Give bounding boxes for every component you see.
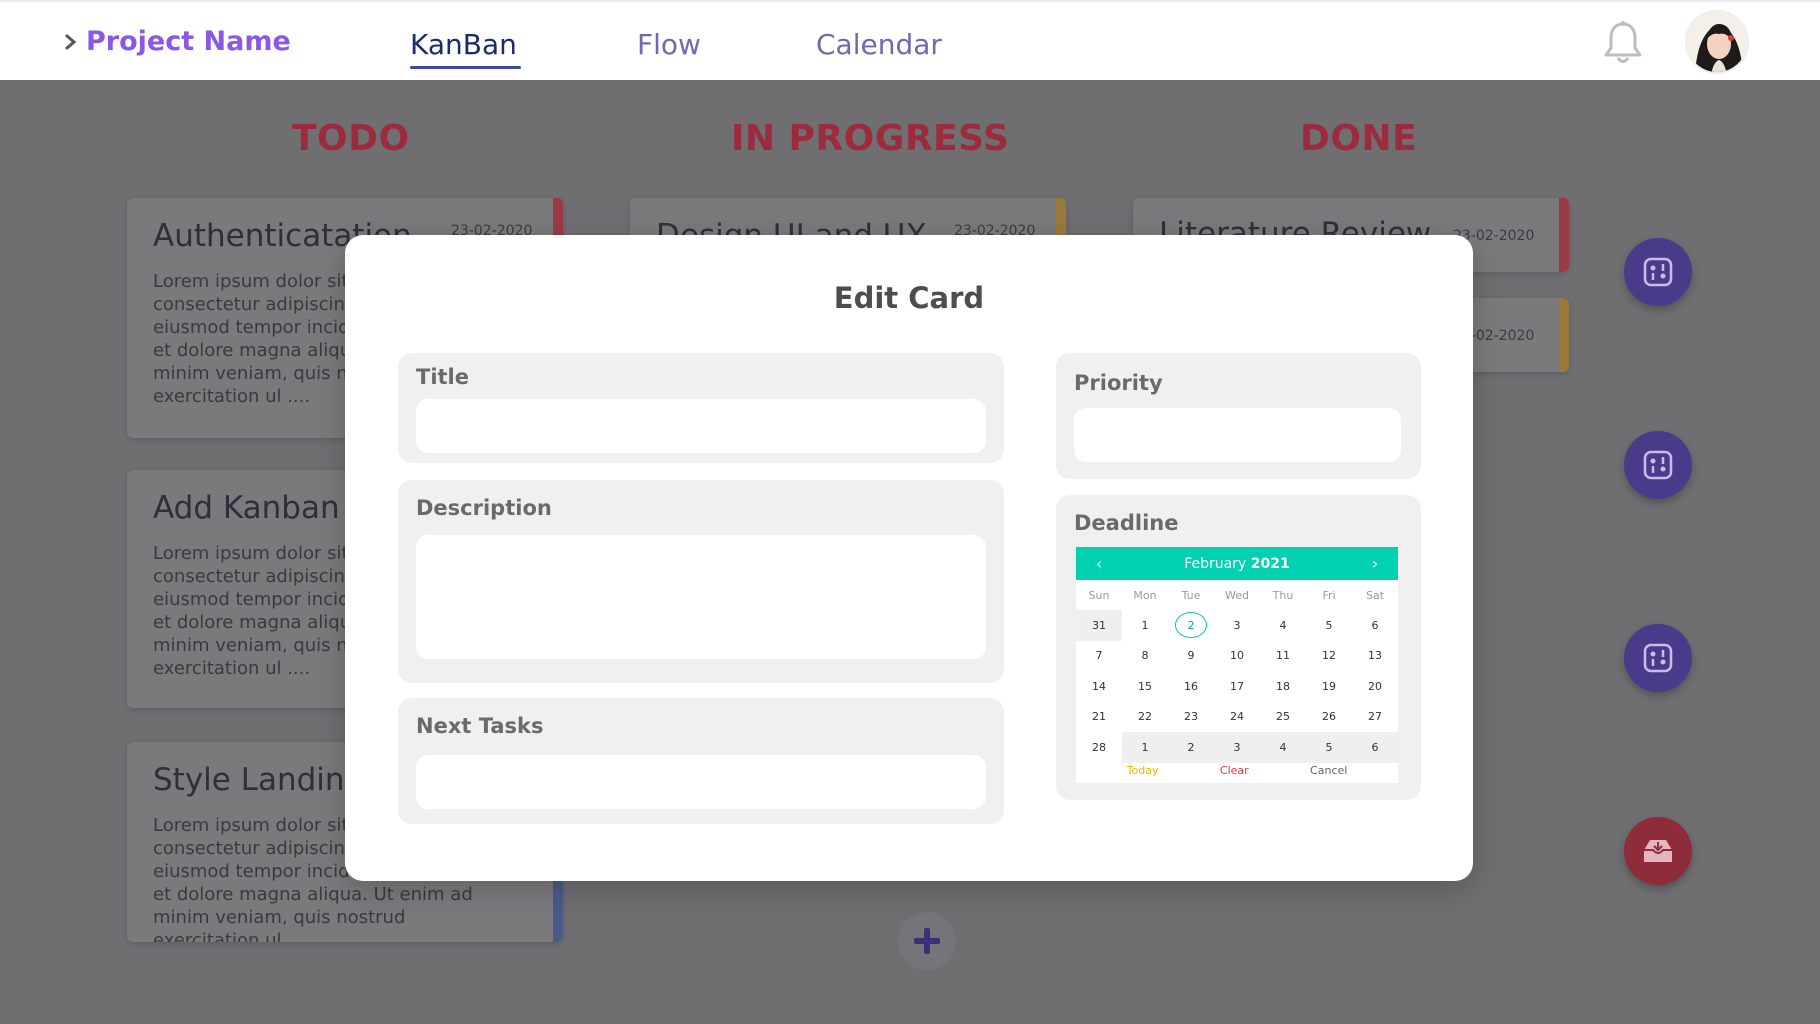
weekday-label: Sat [1365,588,1385,602]
calendar-day[interactable]: 6 [1352,732,1398,763]
column-title-todo: TODO [292,118,410,159]
title-label: Title [416,365,470,389]
tab-kanban[interactable]: KanBan [410,28,517,61]
calendar-day[interactable]: 1 [1122,610,1168,641]
calendar-day[interactable]: 21 [1076,702,1122,733]
board-settings-button[interactable] [1624,624,1692,692]
weekday-label: Tue [1181,588,1201,602]
title-input[interactable] [416,399,986,453]
calendar-day[interactable]: 1 [1122,732,1168,763]
next-tasks-input[interactable] [416,755,986,809]
user-avatar[interactable] [1685,10,1749,74]
priority-stripe [1559,298,1569,372]
tab-calendar[interactable]: Calendar [816,28,942,61]
cancel-button[interactable]: Cancel [1310,764,1347,777]
today-button[interactable]: Today [1127,764,1159,777]
calendar-day[interactable]: 6 [1352,610,1398,641]
calendar-day[interactable]: 22 [1122,702,1168,733]
next-month-icon[interactable]: › [1366,554,1384,573]
calendar-day[interactable]: 31 [1076,610,1122,641]
calendar-day[interactable]: 23 [1168,702,1214,733]
control-panel-icon [1643,450,1673,480]
weekday-label: Wed [1225,588,1249,602]
calendar-month-year: February 2021 [1184,556,1289,572]
modal-title: Edit Card [833,281,985,315]
calendar-day[interactable]: 2 [1168,610,1214,641]
calendar-day[interactable]: 17 [1214,671,1260,702]
description-input[interactable] [416,535,986,659]
inbox-tray-icon [1644,840,1672,862]
calendar-day[interactable]: 27 [1352,702,1398,733]
selected-day: 2 [1175,612,1207,639]
add-card-button[interactable] [898,912,956,970]
plus-icon [914,928,940,954]
control-panel-icon [1643,643,1673,673]
calendar-day[interactable]: 3 [1214,610,1260,641]
column-title-in-progress: IN PROGRESS [731,118,1010,159]
deadline-panel: Deadline ‹ February 2021 › Sun Mon Tue Wed T… [1056,495,1421,800]
weekday-label: Mon [1133,588,1157,602]
archive-button[interactable] [1624,817,1692,885]
project-selector[interactable]: Project Name [64,26,291,57]
calendar-day[interactable]: 25 [1260,702,1306,733]
calendar-day[interactable]: 18 [1260,671,1306,702]
calendar-day[interactable]: 15 [1122,671,1168,702]
calendar-day[interactable]: 20 [1352,671,1398,702]
calendar-day[interactable]: 4 [1260,610,1306,641]
weekday-label: Sun [1088,588,1110,602]
calendar-day[interactable]: 4 [1260,732,1306,763]
next-tasks-panel: Next Tasks [398,698,1004,824]
control-panel-icon [1643,257,1673,287]
project-name: Project Name [86,26,291,57]
calendar-day[interactable]: 24 [1214,702,1260,733]
calendar-day[interactable]: 11 [1260,641,1306,672]
board-settings-button[interactable] [1624,431,1692,499]
active-tab-indicator [410,66,521,69]
calendar-month: February [1184,555,1247,572]
deadline-label: Deadline [1074,511,1179,535]
calendar-day[interactable]: 8 [1122,641,1168,672]
edit-card-modal: Edit Card Title Description Next Tasks P… [345,235,1473,881]
title-panel: Title [398,353,1004,463]
description-label: Description [416,496,552,520]
calendar-day[interactable]: 12 [1306,641,1352,672]
chevron-right-icon [65,34,77,49]
description-panel: Description [398,480,1004,683]
calendar-day[interactable]: 5 [1306,732,1352,763]
date-picker: ‹ February 2021 › Sun Mon Tue Wed Thu Fri Sat 3… [1076,547,1398,783]
calendar-day[interactable]: 2 [1168,732,1214,763]
clear-button[interactable]: Clear [1220,764,1249,777]
calendar-header: ‹ February 2021 › [1076,547,1398,580]
priority-input[interactable] [1074,408,1401,462]
priority-stripe [1559,198,1569,272]
calendar-grid: Sun Mon Tue Wed Thu Fri Sat 31 1 2 3 4 5 6 7 8 9 10 11 12 13… [1076,580,1398,763]
calendar-year: 2021 [1250,555,1290,572]
calendar-day[interactable]: 5 [1306,610,1352,641]
calendar-day[interactable]: 14 [1076,671,1122,702]
calendar-day[interactable]: 16 [1168,671,1214,702]
calendar-day[interactable]: 10 [1214,641,1260,672]
weekday-label: Thu [1272,588,1294,602]
prev-month-icon[interactable]: ‹ [1090,554,1108,573]
calendar-day[interactable]: 28 [1076,732,1122,763]
calendar-day[interactable]: 19 [1306,671,1352,702]
calendar-day[interactable]: 3 [1214,732,1260,763]
top-nav: Project Name KanBan Flow Calendar [0,0,1820,80]
next-tasks-label: Next Tasks [416,714,544,738]
calendar-day[interactable]: 26 [1306,702,1352,733]
priority-panel: Priority [1056,353,1421,479]
column-title-done: DONE [1300,118,1418,159]
notification-bell-icon[interactable] [1602,20,1644,66]
calendar-day[interactable]: 7 [1076,641,1122,672]
calendar-footer: Today Clear Cancel [1076,764,1398,777]
calendar-day[interactable]: 9 [1168,641,1214,672]
priority-label: Priority [1074,371,1163,395]
calendar-day[interactable]: 13 [1352,641,1398,672]
tab-flow[interactable]: Flow [637,28,701,61]
board-settings-button[interactable] [1624,238,1692,306]
weekday-label: Fri [1322,588,1336,602]
